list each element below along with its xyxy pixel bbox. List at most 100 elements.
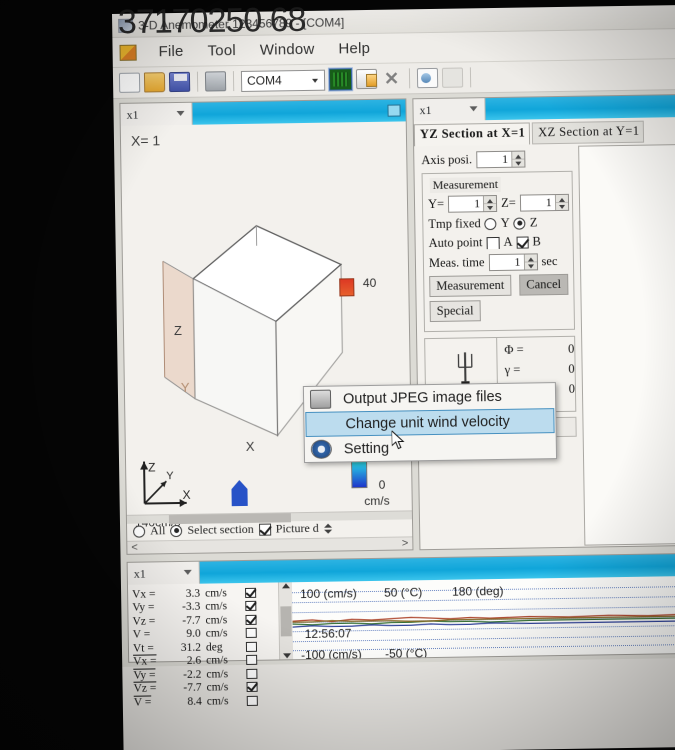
chart-label-velocity-min: -100 (cm/s) bbox=[301, 647, 362, 659]
section-plot-area[interactable] bbox=[578, 144, 675, 546]
open-folder-icon[interactable] bbox=[144, 72, 165, 92]
z-label: Z= bbox=[501, 196, 516, 211]
svg-text:Y: Y bbox=[181, 380, 190, 395]
section-label: X= 1 bbox=[131, 132, 160, 148]
meas-time-value: 1 bbox=[489, 255, 523, 271]
menu-help[interactable]: Help bbox=[328, 38, 384, 60]
z-up[interactable] bbox=[556, 195, 568, 203]
section-tabs: YZ Section at X=1 XZ Section at Y=1 bbox=[414, 117, 675, 146]
y-stepper[interactable]: 1 bbox=[448, 195, 497, 213]
position-marker-icon bbox=[231, 480, 247, 506]
gear-icon bbox=[311, 440, 332, 459]
toolbar-divider bbox=[470, 67, 471, 87]
measurement-group-label: Measurement bbox=[430, 177, 502, 193]
reading-value: 8.4 bbox=[165, 695, 207, 708]
left-view-canvas[interactable]: X= 1 Z Y X bbox=[121, 121, 413, 553]
axis-posi-down[interactable] bbox=[512, 160, 524, 167]
left-view-select[interactable]: x1 bbox=[120, 103, 192, 126]
menu-window[interactable]: Window bbox=[250, 39, 329, 61]
z-down[interactable] bbox=[556, 203, 568, 210]
scroll-up-arrow[interactable] bbox=[281, 583, 289, 588]
list-item: V = 8.4 cm/s bbox=[134, 693, 280, 709]
menu-item-setting[interactable]: Setting bbox=[305, 433, 556, 462]
tmp-fixed-label: Tmp fixed bbox=[428, 216, 481, 232]
reading-unit: cm/s bbox=[207, 681, 239, 694]
print-icon[interactable] bbox=[205, 71, 226, 91]
readings-vertical-scrollbar[interactable] bbox=[278, 582, 293, 659]
mdi-window-3d-view: x1 X= 1 bbox=[119, 98, 413, 554]
save-icon[interactable] bbox=[169, 72, 190, 92]
checkbox-auto-b-label: B bbox=[532, 234, 541, 249]
mdi-app-icon[interactable] bbox=[119, 44, 136, 60]
chart-label-angle-max: 180 (deg) bbox=[452, 584, 504, 599]
connect-green-button[interactable] bbox=[329, 68, 352, 90]
bottom-view-select[interactable]: x1 bbox=[128, 562, 200, 585]
z-stepper[interactable]: 1 bbox=[520, 194, 569, 212]
y-up[interactable] bbox=[484, 196, 496, 204]
reading-checkbox[interactable] bbox=[247, 696, 258, 706]
scroll-left-arrow[interactable]: < bbox=[131, 542, 138, 554]
picture-spinner[interactable] bbox=[324, 521, 333, 535]
checkbox-picture[interactable] bbox=[259, 523, 271, 535]
no-icon bbox=[312, 415, 333, 434]
axis-posi-stepper[interactable]: 1 bbox=[476, 151, 525, 169]
reading-checkbox[interactable] bbox=[245, 601, 256, 611]
menu-tool[interactable]: Tool bbox=[197, 40, 250, 62]
auto-point-label: Auto point bbox=[429, 235, 483, 251]
meas-time-up[interactable] bbox=[524, 254, 536, 262]
meas-time-stepper[interactable]: 1 bbox=[488, 253, 537, 271]
reading-name: V = bbox=[134, 696, 165, 708]
reading-checkbox[interactable] bbox=[245, 615, 256, 625]
new-file-icon[interactable] bbox=[119, 73, 140, 93]
mdi-workspace: x1 X= 1 bbox=[113, 90, 675, 667]
close-x-icon[interactable]: ✕ bbox=[381, 68, 402, 88]
mdi-right-titlebar[interactable] bbox=[485, 95, 675, 120]
special-button[interactable]: Special bbox=[430, 300, 481, 322]
chart-timestamp: 12:56:07 bbox=[305, 626, 352, 641]
radio-all[interactable] bbox=[133, 525, 145, 537]
svg-text:X: X bbox=[246, 439, 255, 454]
right-view-select[interactable]: x1 bbox=[413, 98, 485, 121]
scroll-thumb[interactable] bbox=[280, 606, 291, 636]
meas-time-unit: sec bbox=[541, 254, 557, 269]
small-colorbar-value: 40 bbox=[363, 276, 377, 290]
action-buttons-row: Measurement Cancel bbox=[429, 274, 568, 297]
checkbox-picture-label: Picture d bbox=[276, 521, 319, 537]
cancel-button[interactable]: Cancel bbox=[519, 274, 568, 296]
time-series-chart[interactable]: 100 (cm/s) 50 (°C) 180 (deg) 12:56:07 -1… bbox=[292, 576, 675, 659]
section-panel-body: YZ Section at X=1 XZ Section at Y=1 Axis… bbox=[414, 117, 675, 549]
document-icon[interactable] bbox=[417, 68, 438, 88]
measurement-button[interactable]: Measurement bbox=[429, 275, 511, 297]
tab-yz-section[interactable]: YZ Section at X=1 bbox=[414, 122, 531, 146]
restore-window-button[interactable] bbox=[387, 104, 400, 116]
reading-checkbox[interactable] bbox=[246, 628, 257, 638]
checkbox-auto-a[interactable] bbox=[486, 236, 499, 248]
angle-gamma-value: 0 bbox=[531, 362, 575, 378]
com-port-select[interactable]: COM4 bbox=[241, 69, 325, 91]
reading-checkbox[interactable] bbox=[246, 655, 257, 665]
tab-xz-section[interactable]: XZ Section at Y=1 bbox=[532, 121, 645, 145]
scroll-right-arrow[interactable]: > bbox=[402, 537, 409, 549]
reading-checkbox[interactable] bbox=[245, 588, 256, 598]
radio-tmp-z-label: Z bbox=[530, 215, 538, 230]
readings-and-chart: Vx = 3.3 cm/s Vy = -3.3 cm/s Vz bbox=[128, 576, 675, 662]
radio-select-section-label: Select section bbox=[187, 522, 254, 538]
checkbox-auto-a-label: A bbox=[503, 235, 512, 250]
scroll-down-arrow[interactable] bbox=[283, 653, 291, 658]
radio-tmp-y[interactable] bbox=[485, 217, 497, 229]
y-down[interactable] bbox=[484, 204, 496, 211]
svg-text:X: X bbox=[182, 488, 190, 502]
reading-checkbox[interactable] bbox=[247, 682, 258, 692]
meas-time-down[interactable] bbox=[525, 262, 537, 269]
reading-value: -2.2 bbox=[164, 668, 206, 681]
chevron-down-icon bbox=[177, 111, 185, 116]
menu-file[interactable]: File bbox=[148, 41, 197, 63]
angle-gamma-row: γ = 0 bbox=[505, 362, 575, 378]
axis-posi-up[interactable] bbox=[512, 152, 524, 160]
checkbox-auto-b[interactable] bbox=[516, 236, 528, 248]
reading-checkbox[interactable] bbox=[246, 669, 257, 679]
reading-checkbox[interactable] bbox=[246, 642, 257, 652]
export-icon[interactable] bbox=[356, 69, 377, 89]
radio-tmp-z[interactable] bbox=[514, 217, 526, 229]
radio-select-section[interactable] bbox=[170, 524, 182, 536]
